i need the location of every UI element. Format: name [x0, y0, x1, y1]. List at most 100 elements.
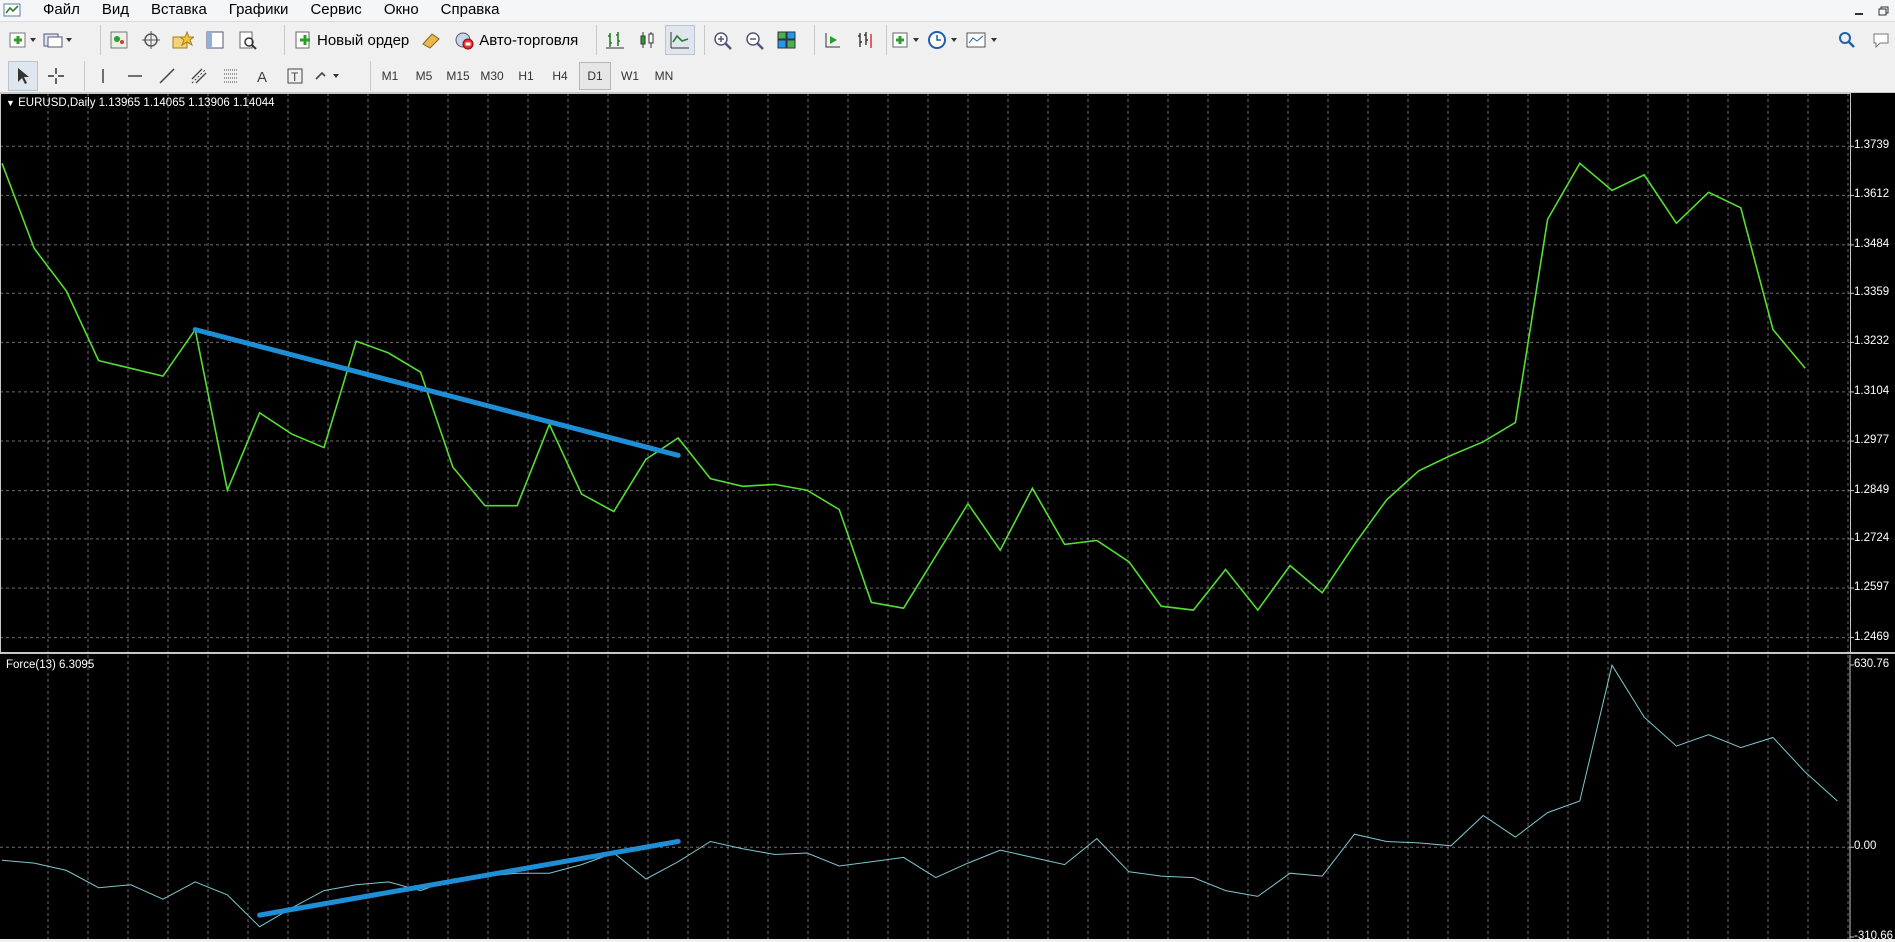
window-controls [1847, 0, 1895, 21]
text-label-tool-button[interactable]: T [281, 62, 309, 90]
equidistant-channel-tool-button[interactable] [185, 62, 213, 90]
new-order-button[interactable]: Новый ордер [289, 26, 413, 54]
indicator-trendline [257, 838, 681, 918]
minimize-button[interactable] [1847, 0, 1871, 21]
axis-tick-label: 1.3104 [1854, 384, 1890, 397]
data-window-button[interactable] [137, 26, 165, 54]
menu-item[interactable]: Окно [373, 0, 430, 21]
zoom-in-button[interactable] [709, 26, 737, 54]
menu-item[interactable]: Вид [91, 0, 140, 21]
chart-symbol-header: ▼ EURUSD,Daily 1.13965 1.14065 1.13906 1… [6, 97, 275, 109]
indicators-button[interactable] [891, 26, 923, 54]
crosshair-icon [48, 68, 64, 84]
tile-windows-button[interactable] [773, 26, 801, 54]
search-icon [1839, 32, 1855, 48]
timeframe-button[interactable]: M5 [409, 63, 439, 89]
menu-item[interactable]: Файл [32, 0, 91, 21]
timeframe-button[interactable]: MN [649, 63, 679, 89]
search-button[interactable] [1833, 26, 1861, 54]
timeframe-button[interactable]: W1 [615, 63, 645, 89]
terminal-button[interactable] [201, 26, 229, 54]
axis-tick-label: 1.2597 [1854, 581, 1890, 594]
autotrading-button[interactable]: Авто-торговля [449, 26, 582, 54]
menu-item[interactable]: Сервис [299, 0, 372, 21]
crosshair-tool-button[interactable] [42, 62, 70, 90]
menu-item[interactable]: Вставка [140, 0, 218, 21]
trendline-tool-button[interactable] [153, 62, 181, 90]
new-chart-button[interactable] [8, 26, 38, 54]
chart-window[interactable]: ▼ EURUSD,Daily 1.13965 1.14065 1.13906 1… [0, 93, 1895, 942]
axis-tick-label: 1.3739 [1854, 139, 1890, 152]
axis-tick-label: 1.3232 [1854, 335, 1890, 348]
timeframe-button[interactable]: H4 [545, 63, 575, 89]
tile-windows-icon [777, 31, 796, 49]
auto-scroll-button[interactable] [819, 26, 847, 54]
clock-icon [928, 31, 957, 49]
periods-button[interactable] [927, 26, 961, 54]
price-line-series [1, 162, 1806, 612]
cursor-tool-button[interactable] [8, 61, 38, 91]
horizontal-line-tool-button[interactable] [121, 62, 149, 90]
chat-button[interactable] [1867, 26, 1895, 54]
zoom-out-button[interactable] [741, 26, 769, 54]
strategy-tester-icon [239, 31, 257, 50]
bar-chart-icon [606, 32, 624, 49]
standard-toolbar: Новый ордер Авто-торговля [0, 22, 1895, 59]
timeframe-button[interactable]: M15 [443, 63, 473, 89]
metaeditor-button[interactable] [417, 26, 445, 54]
candlestick-icon [640, 32, 654, 48]
timeframe-button[interactable]: M1 [375, 63, 405, 89]
fibonacci-tool-button[interactable] [217, 62, 245, 90]
chart-shift-button[interactable] [851, 26, 879, 54]
candlestick-chart-button[interactable] [633, 26, 661, 54]
timeframe-group: M1 M5 M15 M30 H1 H4 D1 W1 MN [370, 61, 683, 91]
arrows-icon [315, 71, 339, 80]
menu-items: Файл Вид Вставка Графики Сервис Окно Справка [32, 0, 511, 21]
vertical-line-tool-button[interactable] [89, 62, 117, 90]
chart-canvas[interactable] [0, 93, 1895, 939]
axis-tick-label: 0.00 [1854, 840, 1877, 853]
axis-tick-label: 1.2469 [1854, 630, 1890, 643]
templates-icon [966, 32, 997, 48]
line-chart-button[interactable] [665, 25, 695, 55]
main-panel-border [0, 93, 1851, 653]
timeframe-button[interactable]: D1 [579, 62, 611, 90]
svg-text:A: A [257, 69, 267, 86]
market-watch-button[interactable] [105, 26, 133, 54]
navigator-button[interactable] [169, 26, 197, 54]
chart-collapse-icon[interactable]: ▼ [6, 98, 15, 108]
templates-button[interactable] [965, 26, 1001, 54]
new-chart-icon [9, 32, 36, 48]
timeframe-button[interactable]: M30 [477, 63, 507, 89]
crosshair-target-icon [142, 31, 160, 49]
force-index-series [1, 663, 1838, 928]
indicator-label: Force(13) 6.3095 [6, 659, 95, 671]
line-studies-toolbar: A T M1 M5 M15 M30 H1 H4 D1 W1 MN [0, 58, 1895, 93]
navigator-star-icon [172, 30, 194, 49]
axis-tick-label: -310.66 [1854, 930, 1894, 942]
new-order-icon [295, 31, 310, 49]
text-tool-button[interactable]: A [249, 62, 277, 90]
axis-tick-label: 1.3359 [1854, 286, 1890, 299]
market-watch-icon [110, 31, 128, 49]
indicators-icon [892, 32, 919, 48]
menu-item[interactable]: Справка [430, 0, 511, 21]
timeframe-button[interactable]: H1 [511, 63, 541, 89]
horizontal-line-icon [128, 75, 142, 77]
arrows-tool-button[interactable] [313, 62, 343, 90]
line-chart-icon [670, 32, 689, 49]
restore-button[interactable] [1871, 0, 1895, 21]
strategy-tester-button[interactable] [233, 26, 261, 54]
axis-tick-label: 1.3612 [1854, 188, 1890, 201]
menu-item[interactable]: Графики [218, 0, 300, 21]
restore-icon [1878, 6, 1889, 15]
text-label-icon: T [287, 68, 303, 84]
metaeditor-icon [422, 33, 441, 49]
zoom-in-icon [714, 32, 732, 50]
bar-chart-button[interactable] [601, 26, 629, 54]
axis-tick-label: 1.2724 [1854, 531, 1890, 544]
fibonacci-icon [224, 69, 238, 83]
auto-scroll-icon [825, 33, 840, 48]
metatrader-app-icon[interactable] [3, 2, 21, 18]
profiles-button[interactable] [42, 26, 76, 54]
